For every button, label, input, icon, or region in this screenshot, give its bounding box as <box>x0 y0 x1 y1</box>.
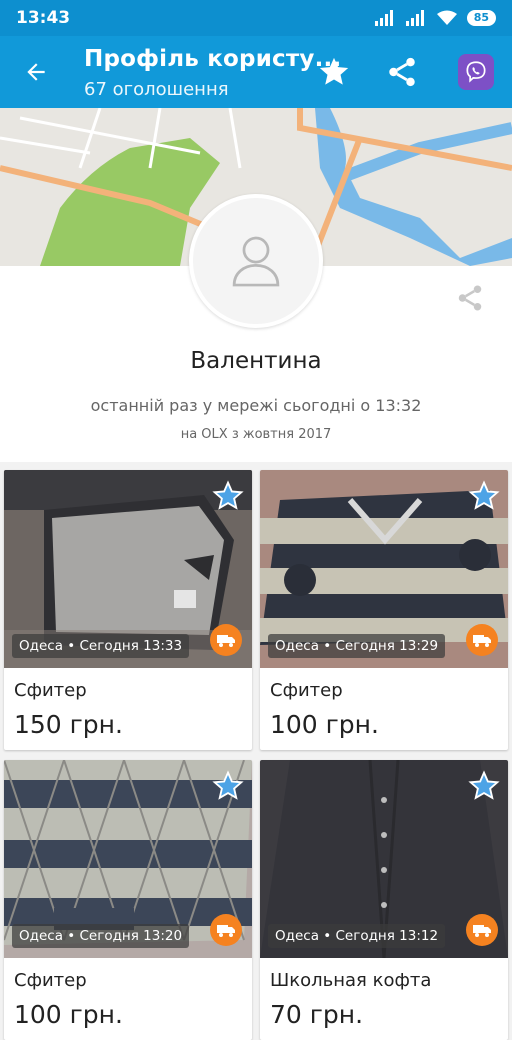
avatar <box>189 194 323 328</box>
share-button[interactable] <box>380 52 424 92</box>
status-icons: 85 <box>374 10 496 26</box>
star-icon[interactable] <box>212 480 244 512</box>
user-name: Валентина <box>190 348 322 374</box>
listing-title: Сфитер <box>270 680 343 701</box>
ads-count: 67 оголошення <box>84 79 229 100</box>
battery-indicator: 85 <box>466 10 496 26</box>
profile-share-button[interactable] <box>450 278 490 318</box>
favorite-button[interactable] <box>312 52 356 92</box>
back-button[interactable] <box>14 52 58 92</box>
listing-price: 100 грн. <box>270 710 379 739</box>
star-icon <box>319 57 349 85</box>
wifi-icon <box>436 10 457 25</box>
listing-title: Сфитер <box>14 970 87 991</box>
viber-icon <box>458 54 494 90</box>
listing-location-time: Одеса • Сегодня 13:12 <box>268 924 446 948</box>
listing-title: Сфитер <box>14 680 87 701</box>
listing-location-time: Одеса • Сегодня 13:33 <box>12 634 190 658</box>
status-time: 13:43 <box>16 8 71 28</box>
delivery-truck-icon <box>210 914 242 946</box>
delivery-truck-icon <box>210 624 242 656</box>
delivery-truck-icon <box>466 914 498 946</box>
star-icon[interactable] <box>468 480 500 512</box>
listing-card[interactable]: Одеса • Сегодня 13:20 Сфитер 100 грн. <box>4 760 252 1040</box>
listing-location-time: Одеса • Сегодня 13:20 <box>12 924 190 948</box>
listing-card[interactable]: Одеса • Сегодня 13:29 Сфитер 100 грн. <box>260 470 508 750</box>
member-since-text: на OLX з жовтня 2017 <box>180 427 332 442</box>
status-bar: 13:43 85 <box>0 0 512 36</box>
star-icon[interactable] <box>212 770 244 802</box>
viber-button[interactable] <box>454 52 498 92</box>
page-title: Профіль користу... <box>84 46 342 72</box>
last-seen-text: останній раз у мережі сьогодні о 13:32 <box>90 396 422 415</box>
signal-icon <box>405 10 424 26</box>
avatar-placeholder-icon <box>232 236 280 287</box>
app-bar: Профіль користу... 67 оголошення <box>0 36 512 108</box>
listing-price: 70 грн. <box>270 1000 364 1029</box>
signal-icon <box>374 10 393 26</box>
listing-title: Школьная кофта <box>270 970 432 991</box>
star-icon[interactable] <box>468 770 500 802</box>
listing-price: 100 грн. <box>14 1000 123 1029</box>
listing-card[interactable]: Одеса • Сегодня 13:33 Сфитер 150 грн. <box>4 470 252 750</box>
listing-price: 150 грн. <box>14 710 123 739</box>
share-icon <box>458 285 482 311</box>
back-arrow-icon <box>27 63 45 81</box>
delivery-truck-icon <box>466 624 498 656</box>
share-icon <box>389 57 415 87</box>
listing-card[interactable]: Одеса • Сегодня 13:12 Школьная кофта 70 … <box>260 760 508 1040</box>
listing-location-time: Одеса • Сегодня 13:29 <box>268 634 446 658</box>
